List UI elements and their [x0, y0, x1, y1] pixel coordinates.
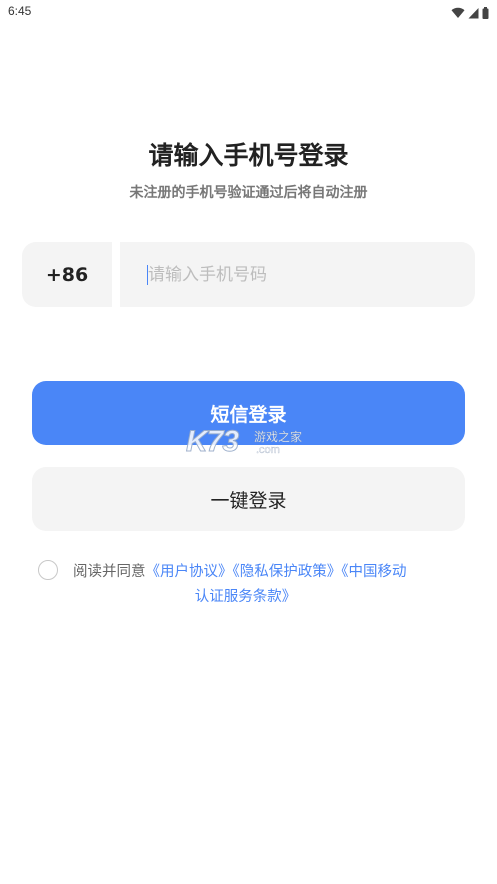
status-icons	[451, 4, 489, 23]
phone-number-input[interactable]	[120, 242, 475, 307]
signal-icon	[468, 4, 479, 23]
text-cursor	[147, 265, 148, 285]
page-subtitle: 未注册的手机号验证通过后将自动注册	[129, 185, 368, 201]
page-title: 请输入手机号登录	[148, 141, 349, 170]
battery-icon	[482, 4, 489, 23]
cmcc-terms-link[interactable]: 《中国移动	[341, 564, 406, 580]
one-key-login-button[interactable]: 一键登录	[32, 467, 465, 531]
agreement-prefix: 阅读并同意	[73, 564, 146, 580]
user-agreement-link[interactable]: 《用户协议》	[146, 564, 233, 580]
wifi-icon	[451, 4, 465, 23]
sms-login-label: 短信登录	[210, 403, 287, 426]
phone-input-row: +86	[22, 242, 475, 307]
status-time: 6:45	[8, 4, 32, 18]
one-key-login-label: 一键登录	[210, 489, 287, 512]
status-bar: 6:45	[0, 0, 497, 22]
watermark-domain: .com	[256, 444, 280, 456]
privacy-policy-link[interactable]: 《隐私保护政策》	[233, 564, 342, 580]
login-screen: 6:45 请输入手机号登录 未注册的手机号验证通过后将自动注册 +86 短信登录…	[0, 0, 497, 884]
agreement-checkbox[interactable]	[38, 560, 58, 580]
country-code-selector[interactable]: +86	[22, 242, 112, 307]
sms-login-button[interactable]: 短信登录	[32, 381, 465, 445]
phone-field-container	[120, 242, 475, 307]
agreement-text: 阅读并同意《用户协议》《隐私保护政策》《中国移动 认证服务条款》	[73, 560, 468, 610]
cmcc-terms-link-continued[interactable]: 认证服务条款》	[73, 585, 468, 610]
